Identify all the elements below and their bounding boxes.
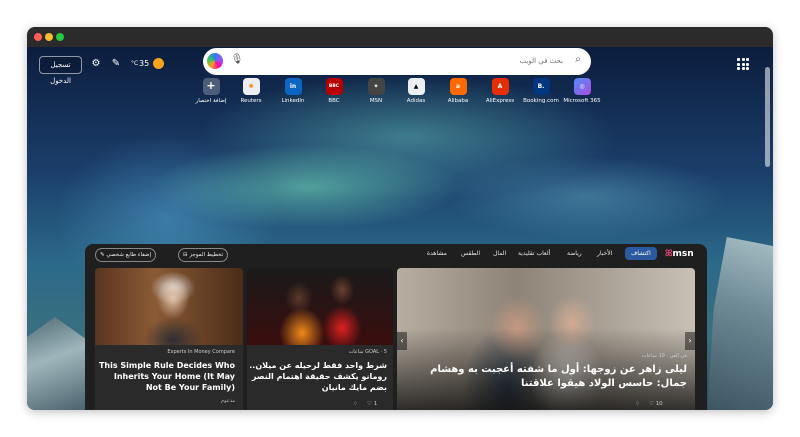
like-count: 1	[373, 401, 378, 407]
tab-classic-games[interactable]: ألعاب تقليدية	[518, 250, 550, 257]
browser-window: تسجيل الدخول ⚙ ✎ °C 35 🎙 ⌕ + إضافة اختصا…	[27, 27, 773, 410]
close-window-button[interactable]	[34, 33, 42, 41]
msn-butterfly-icon: ꕤ	[665, 249, 673, 259]
new-tab-page: تسجيل الدخول ⚙ ✎ °C 35 🎙 ⌕ + إضافة اختصا…	[27, 47, 773, 410]
like-icon: ♡	[367, 401, 374, 407]
carousel-next-button[interactable]: ›	[685, 332, 695, 350]
feed-card-hero[interactable]: ‹ › في الفن · 10 ساعات ليلى زاهر عن زوجه…	[397, 268, 695, 410]
signin-button[interactable]: تسجيل الدخول	[39, 56, 82, 85]
card-likes[interactable]: ♡ 1	[367, 401, 377, 407]
quick-link-label: Microsoft 365	[563, 98, 601, 104]
quick-link-add-shortcut[interactable]: + إضافة اختصار	[190, 78, 232, 108]
feed-card-sponsored[interactable]: Experts In Money Compare This Simple Rul…	[95, 268, 243, 410]
portrait-image	[95, 268, 243, 345]
temperature-value[interactable]: 35	[139, 59, 149, 68]
maximize-window-button[interactable]	[56, 33, 64, 41]
card-meta: في الفن · 10 ساعات	[641, 353, 687, 359]
quick-link-label: Alibaba	[447, 98, 469, 104]
reuters-logo-icon: ✺	[242, 78, 260, 95]
quick-link-booking[interactable]: B. Booking.com	[520, 78, 562, 108]
linkedin-logo-icon: in	[284, 78, 302, 95]
background-mountain-right	[707, 237, 773, 410]
quick-link-linkedin[interactable]: in LinkedIn	[272, 78, 314, 108]
quick-link-msn[interactable]: ✦ MSN	[355, 78, 397, 108]
quick-link-microsoft-365[interactable]: ◎ Microsoft 365	[561, 78, 603, 108]
tab-discover[interactable]: اكتشاف	[625, 247, 657, 260]
msn-brand[interactable]: ꕤmsn	[665, 249, 694, 259]
quick-link-aliexpress[interactable]: A AliExpress	[479, 78, 521, 108]
soccer-image	[247, 268, 393, 345]
bbc-logo-icon: BBC	[325, 78, 343, 95]
card-time: 10 ساعات	[641, 353, 665, 359]
quick-link-bbc[interactable]: BBC BBC	[313, 78, 355, 108]
settings-gear-icon[interactable]: ⚙	[89, 58, 103, 72]
tab-watch[interactable]: مشاهدة	[427, 250, 447, 257]
sponsored-label: مدعوم	[221, 398, 235, 404]
aliexpress-logo-icon: A	[491, 78, 509, 95]
card-source: في الفن	[669, 353, 687, 359]
tab-weather[interactable]: الطقس	[461, 250, 480, 257]
personalize-label: إضفاء طابع شخصي	[106, 252, 152, 258]
edit-pencil-icon[interactable]: ✎	[109, 58, 123, 72]
quick-link-reuters[interactable]: ✺ Reuters	[230, 78, 272, 108]
feed-layout-button[interactable]: ⊟ تخطيط الموجز	[178, 248, 229, 262]
search-input[interactable]	[251, 53, 563, 69]
like-count: 10	[655, 401, 663, 407]
quick-link-label: MSN	[369, 98, 383, 104]
apps-grid-icon[interactable]	[737, 58, 749, 70]
quick-link-label: Booking.com	[523, 98, 559, 104]
card-headline[interactable]: This Simple Rule Decides Who Inherits Yo…	[97, 360, 235, 393]
card-source: Experts In Money Compare	[167, 349, 235, 355]
quick-link-label: Adidas	[406, 98, 426, 104]
sun-weather-icon[interactable]	[153, 58, 164, 69]
temperature-unit: °C	[131, 60, 139, 67]
microphone-icon[interactable]: 🎙	[230, 54, 244, 68]
tab-sports[interactable]: رياضة	[567, 250, 582, 257]
quick-link-label: AliExpress	[485, 98, 515, 104]
alibaba-logo-icon: a	[449, 78, 467, 95]
page-scrollbar[interactable]	[765, 67, 770, 167]
quick-link-label: Reuters	[240, 98, 262, 104]
dislike-icon[interactable]: ♢	[635, 401, 640, 407]
carousel-indicator	[514, 403, 578, 407]
plus-icon: +	[202, 78, 220, 95]
feed-card-soccer[interactable]: GOAL · 5 ساعات شرط واحد فقط لرحيله عن مي…	[247, 268, 393, 410]
msn-brand-label: msn	[672, 249, 694, 259]
quick-link-adidas[interactable]: ▲ Adidas	[395, 78, 437, 108]
dislike-icon[interactable]: ♢	[353, 401, 358, 407]
personalize-button[interactable]: ✎ إضفاء طابع شخصي	[95, 248, 157, 262]
quick-link-label: LinkedIn	[281, 98, 305, 104]
microsoft-365-logo-icon: ◎	[573, 78, 591, 95]
feed-layout-label: تخطيط الموجز	[189, 252, 224, 258]
card-headline[interactable]: ليلى زاهر عن زوجها: أول ما شفته أعجبت به…	[407, 363, 687, 391]
copilot-icon[interactable]	[207, 53, 223, 69]
carousel-prev-button[interactable]: ‹	[397, 332, 407, 350]
card-headline[interactable]: شرط واحد فقط لرحيله عن ميلان.. رومانو يك…	[249, 360, 387, 393]
adidas-logo-icon: ▲	[407, 78, 425, 95]
feed-navigation: ꕤmsn اكتشاف الأخبار رياضة ألعاب تقليدية …	[85, 244, 707, 267]
search-icon[interactable]: ⌕	[571, 54, 585, 68]
tab-money[interactable]: المال	[493, 250, 506, 257]
news-feed: ꕤmsn اكتشاف الأخبار رياضة ألعاب تقليدية …	[85, 244, 707, 410]
like-icon: ♡	[649, 401, 656, 407]
card-source: GOAL	[365, 349, 380, 355]
title-bar	[27, 27, 773, 47]
booking-logo-icon: B.	[532, 78, 550, 95]
quick-link-label: إضافة اختصار	[195, 98, 227, 104]
search-bar: 🎙 ⌕	[203, 48, 591, 75]
card-meta: GOAL · 5 ساعات	[348, 349, 387, 355]
msn-logo-icon: ✦	[367, 78, 385, 95]
tab-news[interactable]: الأخبار	[597, 250, 612, 257]
minimize-window-button[interactable]	[45, 33, 53, 41]
card-likes[interactable]: ♡ 10	[649, 401, 663, 407]
quick-link-alibaba[interactable]: a Alibaba	[437, 78, 479, 108]
quick-link-label: BBC	[328, 98, 340, 104]
